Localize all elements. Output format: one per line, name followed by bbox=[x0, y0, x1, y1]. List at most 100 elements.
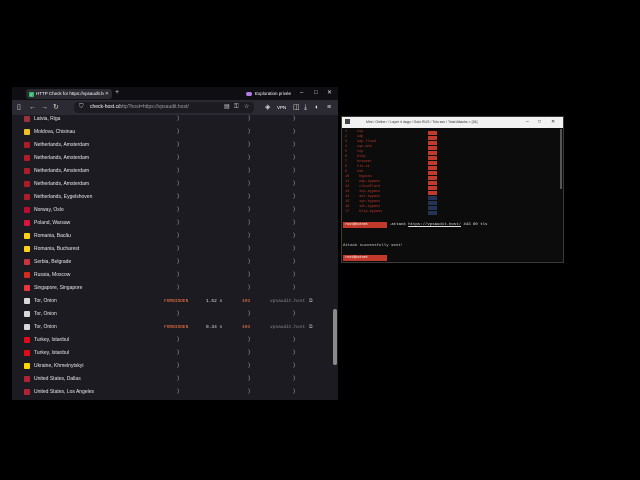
method-number: 10 bbox=[345, 175, 350, 179]
status-code: 403 bbox=[242, 299, 251, 304]
close-window-icon[interactable]: ✕ bbox=[327, 88, 332, 98]
reader-view-icon[interactable]: ▤ bbox=[224, 102, 230, 113]
pending-icon: ⟩ bbox=[293, 337, 296, 343]
pending-icon: ⟩ bbox=[177, 246, 180, 252]
vpn-shield-icon[interactable]: ◈ bbox=[265, 102, 270, 113]
results-table: Latvia, Riga ⟩ ⟩ ⟩ Moldova, Chisinau ⟩ ⟩ ⟩ Nethe… bbox=[12, 115, 338, 400]
result-host: vpsaudit.host bbox=[270, 325, 306, 330]
back-icon[interactable]: ← bbox=[29, 102, 36, 113]
navigation-bar: ▯ ← → ↻ ⛉ check-host.cc /http?host=https… bbox=[12, 100, 338, 115]
permissions-icon[interactable]: ⚿ bbox=[234, 102, 239, 113]
location-label: United States, Los Angeles bbox=[34, 389, 95, 395]
pending-icon: ⟩ bbox=[248, 233, 251, 239]
method-name: browser bbox=[357, 160, 372, 164]
pending-icon: ⟩ bbox=[177, 129, 180, 135]
shield-icon[interactable]: ⛉ bbox=[79, 102, 84, 113]
method-number: 9 bbox=[345, 170, 348, 174]
pending-icon: ⟩ bbox=[177, 207, 180, 213]
private-browsing-label: Exploration privée bbox=[255, 91, 292, 96]
sidebar-icon[interactable]: ▯ bbox=[17, 102, 21, 113]
copy-icon[interactable]: ⧉ bbox=[309, 321, 313, 334]
table-row: Poland, Warsaw ⟩ ⟩ ⟩ bbox=[12, 217, 332, 230]
response-time: 0.34 s bbox=[206, 325, 223, 330]
method-number: 8 bbox=[345, 165, 348, 169]
pending-icon: ⟩ bbox=[293, 350, 296, 356]
page-scrollbar[interactable] bbox=[333, 309, 337, 365]
pending-icon: ⟩ bbox=[248, 350, 251, 356]
method-status-bar bbox=[428, 200, 437, 205]
table-row: Netherlands, Amsterdam ⟩ ⟩ ⟩ bbox=[12, 178, 332, 191]
method-name: bypass bbox=[359, 175, 372, 179]
new-tab-button[interactable]: + bbox=[115, 88, 119, 98]
command-url[interactable]: https://vpsaudit.host/ bbox=[408, 223, 461, 227]
method-name: udp bbox=[357, 135, 364, 139]
pending-icon: ⟩ bbox=[293, 168, 296, 174]
url-host: check-host.cc bbox=[90, 104, 121, 110]
maximize-icon[interactable]: □ bbox=[314, 88, 318, 98]
flag-icon bbox=[24, 194, 30, 200]
extension-icon[interactable]: ◐ bbox=[315, 102, 319, 113]
pending-icon: ⟩ bbox=[248, 337, 251, 343]
method-status-bar bbox=[428, 170, 437, 175]
table-row: Russia, Moscow ⟩ ⟩ ⟩ bbox=[12, 269, 332, 282]
bookmark-star-icon[interactable]: ☆ bbox=[244, 102, 249, 113]
method-name: http-bypass bbox=[359, 210, 383, 214]
method-number: 4 bbox=[345, 145, 348, 149]
downloads-icon[interactable]: ⤓ bbox=[304, 102, 307, 113]
table-row: Serbia, Belgrade ⟩ ⟩ ⟩ bbox=[12, 256, 332, 269]
method-number: 12 bbox=[345, 185, 350, 189]
terminal-window: Mini / Online / / Layer 4 dago / Golo RU… bbox=[341, 116, 564, 263]
method-number: 14 bbox=[345, 195, 350, 199]
minimize-icon[interactable]: – bbox=[526, 117, 529, 128]
pending-icon: ⟩ bbox=[248, 168, 251, 174]
flag-icon bbox=[24, 350, 30, 356]
pending-icon: ⟩ bbox=[293, 376, 296, 382]
flag-icon bbox=[24, 298, 30, 304]
location-label: Turkey, Istanbul bbox=[34, 350, 70, 356]
table-row: Romania, Bacău ⟩ ⟩ ⟩ bbox=[12, 230, 332, 243]
pending-icon: ⟩ bbox=[177, 220, 180, 226]
pocket-icon[interactable]: ◫ bbox=[293, 102, 300, 113]
method-number: 17 bbox=[345, 210, 350, 214]
success-message: Attack successfully sent! bbox=[343, 244, 404, 248]
vpn-button[interactable]: VPN bbox=[277, 102, 286, 113]
location-label: Ukraine, Khmelnytskyi bbox=[34, 363, 84, 369]
pending-icon: ⟩ bbox=[293, 246, 296, 252]
maximize-icon[interactable]: □ bbox=[538, 117, 541, 128]
method-status-bar bbox=[428, 135, 437, 140]
status-code: 403 bbox=[242, 325, 251, 330]
method-name: udp-flood bbox=[357, 140, 377, 144]
method-status-bar bbox=[428, 160, 437, 165]
forward-icon[interactable]: → bbox=[41, 102, 48, 113]
close-tab-icon[interactable]: ✕ bbox=[105, 89, 109, 99]
tab-http-check[interactable]: ✓ HTTP Check for https://vpsaudit.host ✕ bbox=[26, 89, 112, 99]
flag-icon bbox=[24, 129, 30, 135]
method-number: 15 bbox=[345, 200, 350, 204]
flag-icon bbox=[24, 116, 30, 122]
flag-icon bbox=[24, 311, 30, 317]
status-label: FORBIDDEN bbox=[164, 299, 189, 304]
pending-icon: ⟩ bbox=[293, 116, 296, 122]
pending-icon: ⟩ bbox=[293, 272, 296, 278]
method-name: syn-bypass bbox=[359, 200, 381, 204]
menu-icon[interactable]: ≡ bbox=[327, 102, 331, 113]
copy-icon[interactable]: ⧉ bbox=[309, 295, 313, 308]
location-label: Romania, Bucharest bbox=[34, 246, 80, 252]
table-row: Tor, Onion FORBIDDEN 0.34 s 403 vpsaudit.hos… bbox=[12, 321, 332, 334]
address-bar[interactable]: ⛉ check-host.cc /http?host=https://vpsau… bbox=[74, 102, 254, 113]
pending-icon: ⟩ bbox=[177, 116, 180, 122]
tab-title: HTTP Check for https://vpsaudit.host bbox=[36, 91, 104, 96]
terminal-scrollbar[interactable] bbox=[560, 129, 562, 189]
method-name: syn-ack bbox=[357, 145, 372, 149]
minimize-icon[interactable]: – bbox=[300, 88, 303, 98]
location-label: Moldova, Chisinau bbox=[34, 129, 76, 135]
table-row: Tor, Onion FORBIDDEN 1.52 s 403 vpsaudit.hos… bbox=[12, 295, 332, 308]
reload-icon[interactable]: ↻ bbox=[53, 102, 59, 113]
method-status-bar bbox=[428, 190, 437, 195]
close-window-icon[interactable]: ✕ bbox=[551, 117, 555, 128]
pending-icon: ⟩ bbox=[177, 389, 180, 395]
method-name: ssh-bypass bbox=[359, 205, 381, 209]
method-name: http bbox=[357, 155, 366, 159]
pending-icon: ⟩ bbox=[293, 181, 296, 187]
check-icon: ✓ bbox=[29, 91, 34, 97]
